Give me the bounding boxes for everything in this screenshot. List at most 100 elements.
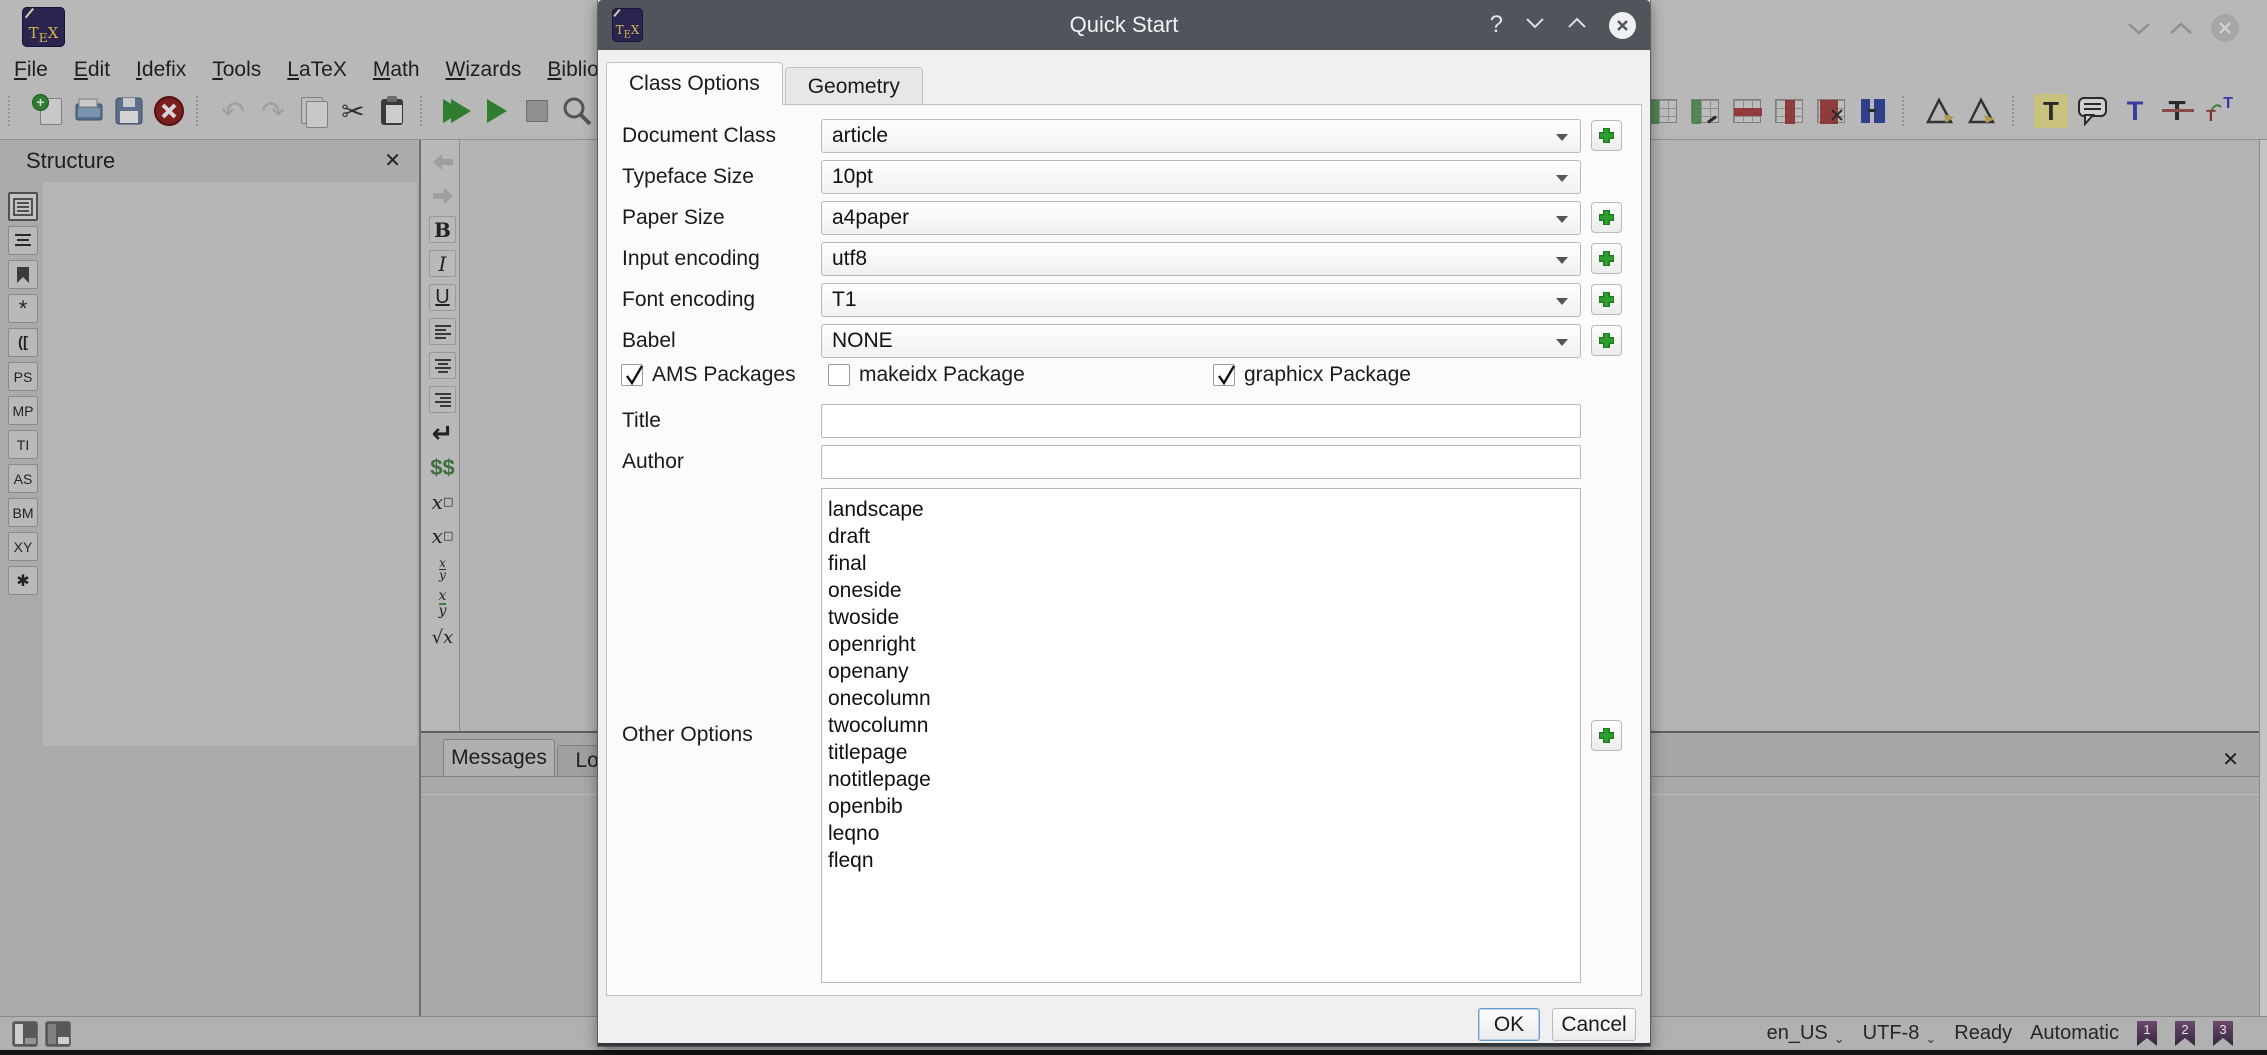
paste-icon[interactable] [376,94,410,128]
strikethrough-icon[interactable]: T [2160,94,2194,128]
toggle-structure-panel-icon[interactable] [12,1021,38,1047]
edit-table-column-icon[interactable] [1688,94,1722,128]
close-document-icon[interactable] [152,94,186,128]
window-maximize-icon[interactable] [2169,21,2193,35]
dialog-shade-down-icon[interactable] [1525,16,1545,34]
dialog-help-icon[interactable]: ? [1490,11,1503,39]
sqrt-icon[interactable]: √x [429,624,456,651]
block-view-icon[interactable] [8,226,38,255]
author-input[interactable] [821,445,1581,479]
bookmark-view-icon[interactable] [8,260,38,289]
menu-tools[interactable]: Tools [212,58,261,82]
graphicx-package-checkbox[interactable]: graphicx Package [1213,363,1411,387]
undo-icon[interactable]: ↶ [216,94,250,128]
back-icon[interactable] [429,148,456,175]
math-mode-icon[interactable]: $$ [429,454,456,481]
structure-view-icon[interactable] [8,192,38,221]
new-document-icon[interactable]: + [32,94,66,128]
babel-select[interactable]: NONE [821,324,1581,358]
toolbar-grip[interactable] [8,96,16,126]
bm-icon[interactable]: BM [8,498,38,527]
list-item[interactable]: openright [828,631,1580,658]
bookmark-3-icon[interactable]: 3 [2213,1021,2233,1046]
sub-superscript-icon[interactable]: T T [2202,94,2236,128]
text-color-icon[interactable]: T [2118,94,2152,128]
dialog-close-icon[interactable] [1609,12,1636,39]
list-item[interactable]: onecolumn [828,685,1580,712]
underline-icon[interactable]: U [429,284,456,311]
menu-latex[interactable]: LaTeX [287,58,347,82]
document-class-add-button[interactable] [1591,120,1622,151]
structure-tree[interactable] [43,182,417,746]
status-encoding[interactable]: UTF-8 [1863,1022,1920,1045]
delete-table-icon[interactable] [1814,94,1848,128]
list-item[interactable]: landscape [828,496,1580,523]
input-encoding-add-button[interactable] [1591,243,1622,274]
tab-class-options[interactable]: Class Options [606,62,783,105]
align-left-icon[interactable] [429,318,456,345]
xy-icon[interactable]: XY [8,532,38,561]
toggle-messages-panel-icon[interactable] [45,1021,71,1047]
delete-column-icon[interactable] [1772,94,1806,128]
add-table-icon[interactable] [1646,94,1680,128]
as-icon[interactable]: AS [8,464,38,493]
symbols-icon[interactable]: ✱ [8,566,38,595]
makeidx-package-checkbox[interactable]: makeidx Package [828,363,1025,387]
tab-geometry[interactable]: Geometry [785,67,923,105]
menu-math[interactable]: Math [373,58,420,82]
window-minimize-icon[interactable] [2127,21,2151,35]
paper-size-add-button[interactable] [1591,202,1622,233]
delete-row-icon[interactable] [1730,94,1764,128]
list-item[interactable]: notitlepage [828,766,1580,793]
input-encoding-select[interactable]: utf8 [821,242,1581,276]
ams-packages-checkbox[interactable]: AMS Packages [621,363,796,387]
font-encoding-add-button[interactable] [1591,284,1622,315]
list-item[interactable]: twocolumn [828,712,1580,739]
menu-wizards[interactable]: Wizards [446,58,522,82]
brackets-icon[interactable]: ([ [8,328,38,357]
list-item[interactable]: fleqn [828,847,1580,874]
babel-add-button[interactable] [1591,325,1622,356]
tab-messages[interactable]: Messages [443,739,555,776]
cancel-button[interactable]: Cancel [1552,1008,1636,1041]
paper-size-select[interactable]: a4paper [821,201,1581,235]
title-input[interactable] [821,404,1581,438]
forward-icon[interactable] [429,182,456,209]
list-item[interactable]: titlepage [828,739,1580,766]
bookmark-2-icon[interactable]: 2 [2175,1021,2195,1046]
bold-icon[interactable]: B [429,216,456,243]
font-encoding-select[interactable]: T1 [821,283,1581,317]
magnifier-icon[interactable] [560,94,594,128]
window-close-icon[interactable] [2211,14,2239,42]
align-center-icon[interactable] [429,352,456,379]
list-item[interactable]: oneside [828,577,1580,604]
menu-file[interactable]: File [14,58,48,82]
merge-cells-icon[interactable] [1856,94,1890,128]
copy-icon[interactable] [296,94,330,128]
bookmark-1-icon[interactable]: 1 [2137,1021,2157,1046]
run-icon[interactable] [480,94,514,128]
list-item[interactable]: draft [828,523,1580,550]
menu-edit[interactable]: Edit [74,58,110,82]
other-options-add-button[interactable] [1591,720,1622,751]
highlight-text-icon[interactable]: T [2034,94,2068,128]
ps-icon[interactable]: PS [8,362,38,391]
quick-build-icon[interactable] [440,94,474,128]
messages-panel-close-icon[interactable]: ✕ [2222,747,2239,772]
status-language[interactable]: en_US [1767,1022,1828,1045]
ok-button[interactable]: OK [1478,1008,1540,1041]
other-options-list[interactable]: landscape draft final oneside twoside op… [821,488,1581,983]
italic-icon[interactable]: I [429,250,456,277]
dialog-shade-up-icon[interactable] [1567,16,1587,34]
dialog-titlebar[interactable]: TEX Quick Start ? [598,0,1650,50]
newline-icon[interactable]: ↵ [429,420,456,447]
triangle-next-icon[interactable] [1924,94,1958,128]
ti-icon[interactable]: TI [8,430,38,459]
superscript-icon[interactable]: x□ [429,522,456,549]
cut-icon[interactable]: ✂ [336,94,370,128]
list-item[interactable]: openbib [828,793,1580,820]
mp-icon[interactable]: MP [8,396,38,425]
fraction-icon[interactable]: xy [429,590,456,617]
triangle-prev-icon[interactable] [1966,94,2000,128]
typeface-size-select[interactable]: 10pt [821,160,1581,194]
